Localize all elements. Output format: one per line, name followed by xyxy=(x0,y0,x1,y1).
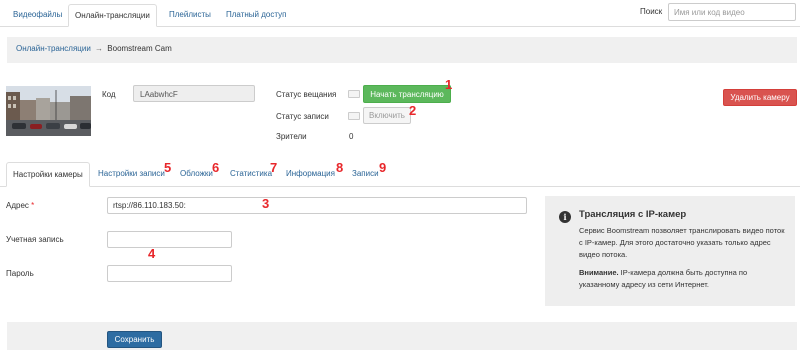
tab-video-files[interactable]: Видеофайлы xyxy=(7,4,68,27)
info-warning: Внимание. IP-камера должна быть доступна… xyxy=(579,267,785,291)
annotation-6: 6 xyxy=(212,160,220,175)
password-label: Пароль xyxy=(6,269,34,278)
record-status-indicator xyxy=(348,112,360,120)
address-label: Адрес * xyxy=(6,201,35,210)
save-button[interactable]: Сохранить xyxy=(107,331,162,348)
camera-settings-tabs: Настройки камеры Настройки записи Обложк… xyxy=(0,160,800,187)
annotation-7: 7 xyxy=(270,160,278,175)
annotation-4: 4 xyxy=(148,246,156,261)
delete-camera-button[interactable]: Удалить камеру xyxy=(723,89,797,106)
broadcast-status-label: Статус вещания xyxy=(276,90,337,99)
tab-online-broadcasts[interactable]: Онлайн-трансляции xyxy=(68,4,157,27)
camera-preview-thumbnail xyxy=(6,86,91,136)
record-status-label: Статус записи xyxy=(276,112,329,121)
annotation-2: 2 xyxy=(409,103,417,118)
enable-recording-button[interactable]: Включить xyxy=(363,107,411,124)
annotation-1: 1 xyxy=(445,77,453,92)
info-text: Сервис Boomstream позволяет транслироват… xyxy=(579,226,785,259)
viewers-label: Зрители xyxy=(276,132,307,141)
breadcrumb: Онлайн-трансляции → Boomstream Cam xyxy=(7,37,797,63)
info-title: Трансляция с IP-камер xyxy=(579,209,687,220)
annotation-3: 3 xyxy=(262,196,270,211)
info-circle-icon: i xyxy=(559,211,571,223)
info-panel: i Трансляция с IP-камер Сервис Boomstrea… xyxy=(545,196,795,306)
start-broadcast-button[interactable]: Начать трансляцию xyxy=(363,85,451,103)
password-input[interactable] xyxy=(107,265,232,282)
annotation-8: 8 xyxy=(336,160,344,175)
info-warning-bold: Внимание. xyxy=(579,268,619,277)
tab-information[interactable]: Информация xyxy=(280,162,341,187)
tab-camera-settings[interactable]: Настройки камеры xyxy=(6,162,90,187)
broadcast-status-indicator xyxy=(348,90,360,98)
code-field: LAabwhcF xyxy=(133,85,255,102)
code-label: Код xyxy=(102,90,116,99)
breadcrumb-parent-link[interactable]: Онлайн-трансляции xyxy=(16,44,91,53)
account-input[interactable] xyxy=(107,231,232,248)
tab-record-settings[interactable]: Настройки записи xyxy=(92,162,171,187)
viewers-count: 0 xyxy=(349,132,354,141)
camera-preview-image xyxy=(6,86,91,136)
tab-playlists[interactable]: Плейлисты xyxy=(163,4,217,27)
breadcrumb-current: Boomstream Cam xyxy=(107,44,172,53)
annotation-9: 9 xyxy=(379,160,387,175)
tab-paid-access[interactable]: Платный доступ xyxy=(220,4,292,27)
required-mark: * xyxy=(31,201,35,210)
breadcrumb-separator: → xyxy=(95,44,104,53)
annotation-5: 5 xyxy=(164,160,172,175)
address-input[interactable] xyxy=(107,197,527,214)
account-label: Учетная запись xyxy=(6,235,64,244)
search-input[interactable] xyxy=(668,3,796,21)
search-label: Поиск xyxy=(640,7,663,16)
top-navigation: Видеофайлы Онлайн-трансляции Плейлисты П… xyxy=(0,0,800,27)
